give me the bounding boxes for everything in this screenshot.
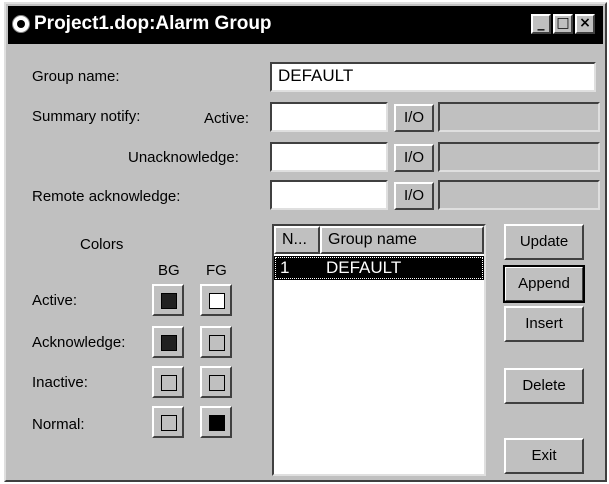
summary-notify-label: Summary notify: [32,108,141,125]
row-number: 1 [280,258,290,277]
app-icon[interactable] [12,15,30,33]
active-notify-label: Active: [204,110,250,127]
acknowledge-fg-swatch[interactable] [200,326,232,358]
update-button[interactable]: Update [504,224,584,260]
exit-button[interactable]: Exit [504,438,584,474]
column-header-group-name[interactable]: Group name [320,226,484,254]
close-button[interactable]: × [575,14,595,34]
remote-acknowledge-io-button[interactable]: I/O [394,182,434,210]
row-group-name: DEFAULT [326,258,402,277]
unacknowledge-label: Unacknowledge: [128,149,239,166]
list-row[interactable]: 1 DEFAULT [274,256,484,280]
minimize-button[interactable]: _ [531,14,551,34]
normal-bg-swatch[interactable] [152,406,184,438]
unacknowledge-io-display [438,142,600,172]
column-header-number[interactable]: N... [274,226,320,254]
active-io-display [438,102,600,132]
maximize-button[interactable]: □ [553,14,573,34]
insert-button[interactable]: Insert [504,306,584,342]
remote-acknowledge-io-display [438,180,600,210]
inactive-fg-swatch[interactable] [200,366,232,398]
remote-acknowledge-field[interactable] [270,180,388,210]
fg-column-header: FG [206,262,227,279]
window-title: Project1.dop:Alarm Group [34,13,272,34]
active-io-button[interactable]: I/O [394,104,434,132]
color-row-label-inactive: Inactive: [32,374,88,391]
unacknowledge-io-button[interactable]: I/O [394,144,434,172]
remote-acknowledge-label: Remote acknowledge: [32,188,181,205]
color-row-label-normal: Normal: [32,416,85,433]
active-fg-swatch[interactable] [200,284,232,316]
bg-column-header: BG [158,262,180,279]
title-bar[interactable]: Project1.dop:Alarm Group _ □ × [8,6,603,44]
delete-button[interactable]: Delete [504,368,584,404]
group-name-label: Group name: [32,68,120,85]
append-button[interactable]: Append [503,265,585,303]
acknowledge-bg-swatch[interactable] [152,326,184,358]
active-notify-field[interactable] [270,102,388,132]
unacknowledge-field[interactable] [270,142,388,172]
active-bg-swatch[interactable] [152,284,184,316]
color-row-label-active: Active: [32,292,78,309]
colors-heading: Colors [80,236,124,253]
color-row-label-acknowledge: Acknowledge: [32,334,126,351]
alarm-group-window: Project1.dop:Alarm Group _ □ × Group nam… [4,2,607,482]
inactive-bg-swatch[interactable] [152,366,184,398]
list-header: N... Group name [274,226,484,254]
group-name-field[interactable]: DEFAULT [270,62,596,92]
group-list[interactable]: N... Group name 1 DEFAULT [272,224,486,476]
normal-fg-swatch[interactable] [200,406,232,438]
